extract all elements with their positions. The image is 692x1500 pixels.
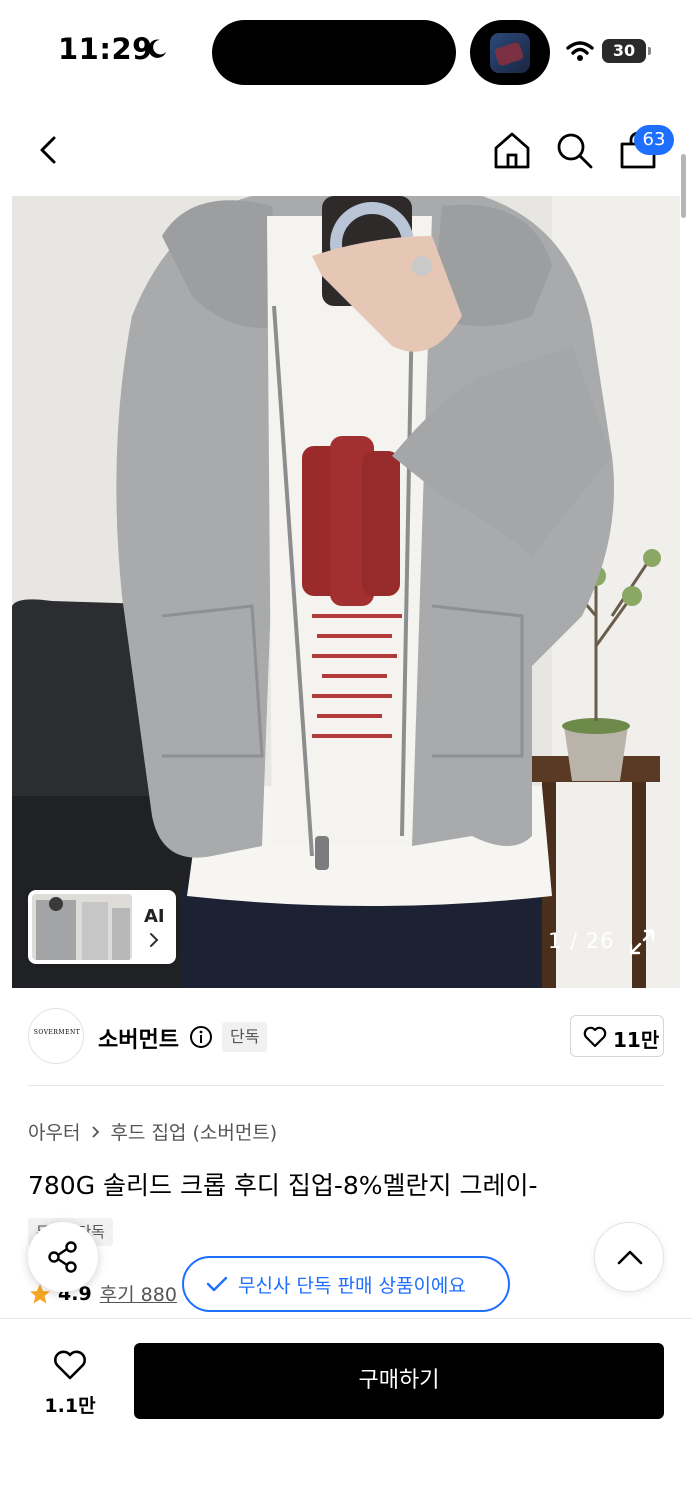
expand-icon[interactable] xyxy=(628,928,656,956)
wishlist-button[interactable]: 1.1만 xyxy=(30,1343,110,1423)
live-activity[interactable] xyxy=(470,20,550,85)
heart-icon xyxy=(583,1026,607,1048)
info-icon[interactable] xyxy=(189,1025,213,1049)
share-icon xyxy=(48,1241,77,1273)
chevron-up-icon xyxy=(617,1250,643,1265)
brand-like-button[interactable]: 11만 xyxy=(570,1015,664,1057)
brand-logo-text: SOVERMENT xyxy=(33,1029,81,1036)
back-icon[interactable] xyxy=(32,130,68,170)
breadcrumb-item[interactable]: 아우터 xyxy=(28,1118,80,1145)
exclusive-toast: 무신사 단독 판매 상품이에요 xyxy=(182,1256,510,1312)
ai-label: AI xyxy=(144,906,165,927)
live-activity-app-icon xyxy=(490,33,530,73)
divider xyxy=(28,1085,664,1086)
moon-icon xyxy=(148,39,167,58)
image-counter: 1 / 26 xyxy=(548,929,615,953)
top-nav-bar: 63 xyxy=(0,110,692,190)
purchase-bar: 1.1만 구매하기 xyxy=(0,1318,692,1500)
status-time: 11:29 xyxy=(58,32,153,66)
status-bar: 11:29 30 xyxy=(0,0,692,100)
battery-icon: 30 xyxy=(602,39,651,63)
home-icon[interactable] xyxy=(492,130,532,170)
product-title: 780G 솔리드 크롭 후디 집업-8%멜란지 그레이- xyxy=(28,1171,538,1200)
ai-lookbook-thumbnail xyxy=(32,894,132,960)
share-button[interactable] xyxy=(28,1222,98,1292)
scrollbar[interactable] xyxy=(681,154,686,218)
brand-name[interactable]: 소버먼트 xyxy=(98,1022,179,1054)
review-link[interactable]: 후기 880 xyxy=(100,1280,177,1307)
wishlist-count: 1.1만 xyxy=(44,1395,96,1417)
brand-like-count: 11만 xyxy=(613,1028,660,1052)
buy-button[interactable]: 구매하기 xyxy=(134,1343,664,1419)
heart-icon xyxy=(54,1350,86,1380)
search-icon[interactable] xyxy=(554,130,594,170)
check-icon xyxy=(206,1276,228,1292)
ai-lookbook-card[interactable]: AI xyxy=(28,890,176,964)
product-image[interactable] xyxy=(12,196,680,988)
breadcrumb: 아우터 후드 집업 (소버먼트) xyxy=(28,1118,277,1145)
dynamic-island xyxy=(212,20,456,85)
scroll-top-button[interactable] xyxy=(594,1222,664,1292)
cart-count-badge: 63 xyxy=(634,125,674,155)
breadcrumb-item[interactable]: 후드 집업 (소버먼트) xyxy=(110,1118,277,1145)
chevron-right-icon xyxy=(92,1125,100,1138)
exclusive-tag: 단독 xyxy=(222,1022,268,1052)
brand-logo[interactable]: SOVERMENT xyxy=(28,1008,84,1064)
chevron-right-icon xyxy=(150,933,159,947)
exclusive-toast-text: 무신사 단독 판매 상품이에요 xyxy=(238,1274,466,1297)
wifi-icon xyxy=(566,41,594,61)
